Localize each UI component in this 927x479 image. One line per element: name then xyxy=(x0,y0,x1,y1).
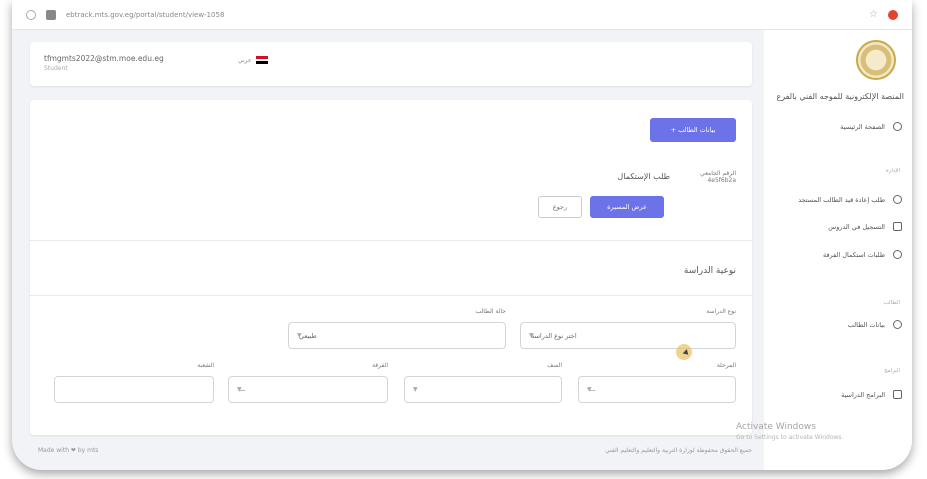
sidebar: المنصة الإلكترونية للموجه الفني بالفرع ا… xyxy=(764,30,912,470)
sidebar-item-label: البرامج الدراسية xyxy=(841,390,885,399)
class-select[interactable]: — ▼ xyxy=(228,376,388,403)
egypt-flag-icon xyxy=(255,56,268,65)
chevron-down-icon: ▼ xyxy=(529,332,534,339)
student-data-button[interactable]: + بيانات الطالب xyxy=(650,118,736,142)
app-window: ebtrack.mts.gov.eg/portal/student/view-1… xyxy=(12,0,912,470)
activation-watermark: Activate Windows Go to Settings to activ… xyxy=(736,422,843,441)
circle-icon xyxy=(893,250,902,259)
student-id-block: الرقم الجامعي 4e5f6b2a xyxy=(680,170,736,184)
mouse-cursor-icon xyxy=(676,344,692,360)
stage-select[interactable]: — ▼ xyxy=(578,376,736,403)
stage-label: المرحلة xyxy=(716,362,736,369)
sidebar-item-reenroll[interactable]: طلب إعادة قيد الطالب المستجد xyxy=(798,195,902,204)
student-id-value: 4e5f6b2a xyxy=(707,177,736,184)
section-label: الشعبة xyxy=(197,362,214,369)
class-label: الفرقة xyxy=(372,362,388,369)
user-role: Student xyxy=(44,65,68,72)
study-type-label: نوع الدراسة xyxy=(706,308,736,315)
footer-copyright: جميع الحقوق محفوظة لوزارة التربية والتعل… xyxy=(605,447,752,454)
circle-icon xyxy=(893,195,902,204)
student-status-label: حالة الطالب xyxy=(475,308,506,315)
chevron-down-icon: ▼ xyxy=(413,386,418,393)
sidebar-item-label: بيانات الطالب xyxy=(847,320,885,329)
back-button[interactable]: رجوع xyxy=(538,196,582,218)
divider xyxy=(30,295,752,296)
user-info[interactable]: tfmgmts2022@stm.moe.edu.eg Student xyxy=(44,54,164,72)
sidebar-item-lessons[interactable]: التسجيل في الدروس xyxy=(828,222,902,231)
student-id-label: الرقم الجامعي xyxy=(700,170,736,177)
language-switcher[interactable]: عربي xyxy=(238,56,268,65)
folder-icon xyxy=(893,390,902,399)
divider xyxy=(30,240,752,241)
sidebar-item-programs[interactable]: البرامج الدراسية xyxy=(841,390,902,399)
home-icon xyxy=(893,122,902,131)
sidebar-section-admin: الإدارة xyxy=(885,168,900,174)
calendar-icon xyxy=(893,222,902,231)
bookmark-star-icon[interactable]: ☆ xyxy=(869,9,878,20)
reload-icon[interactable] xyxy=(26,9,36,20)
footer-credit: Made with ❤ by mts xyxy=(38,447,99,454)
view-path-button[interactable]: عرض المسيرة xyxy=(590,196,664,218)
language-label: عربي xyxy=(238,56,252,64)
chevron-down-icon: ▼ xyxy=(237,386,242,393)
brand-title: المنصة الإلكترونية للموجه الفني بالفرع xyxy=(776,92,904,101)
study-type-value: اختر نوع الدراسة xyxy=(531,331,577,340)
browser-toolbar: ebtrack.mts.gov.eg/portal/student/view-1… xyxy=(12,0,912,30)
ministry-logo-icon xyxy=(856,40,896,80)
user-email: tfmgmts2022@stm.moe.edu.eg xyxy=(44,54,164,63)
watermark-subtitle: Go to Settings to activate Windows. xyxy=(736,434,844,441)
sidebar-item-label: التسجيل في الدروس xyxy=(828,222,885,231)
study-type-select[interactable]: اختر نوع الدراسة ▼ xyxy=(520,322,736,349)
sidebar-item-home[interactable]: الصفحة الرئيسية xyxy=(840,122,902,131)
sidebar-item-label: طلب إعادة قيد الطالب المستجد xyxy=(798,195,885,204)
main-card: + بيانات الطالب طلب الإستكمال الرقم الجا… xyxy=(30,100,752,435)
chevron-down-icon: ▼ xyxy=(587,386,592,393)
chevron-down-icon: ▼ xyxy=(297,332,302,339)
sidebar-item-student-data[interactable]: بيانات الطالب xyxy=(848,320,902,329)
sidebar-item-label: طلبات استكمال الفرقة xyxy=(822,250,885,259)
watermark-title: Activate Windows xyxy=(736,422,816,432)
lock-icon xyxy=(46,9,56,20)
top-header: tfmgmts2022@stm.moe.edu.eg Student عربي xyxy=(30,42,752,86)
section-select[interactable] xyxy=(54,376,214,403)
status-title: طلب الإستكمال xyxy=(617,172,670,181)
grade-select[interactable]: ▼ xyxy=(404,376,562,403)
sidebar-section-programs: البرامج xyxy=(884,368,900,374)
sidebar-section-student: الطالب xyxy=(883,300,900,306)
sidebar-item-completion[interactable]: طلبات استكمال الفرقة xyxy=(823,250,902,259)
extension-icon[interactable] xyxy=(888,9,898,20)
address-bar[interactable]: ebtrack.mts.gov.eg/portal/student/view-1… xyxy=(66,11,859,19)
section-title: نوعية الدراسة xyxy=(683,266,736,276)
student-status-select[interactable]: طبيعي ▼ xyxy=(288,322,506,349)
grade-label: الصف xyxy=(547,362,562,369)
sidebar-item-label: الصفحة الرئيسية xyxy=(840,122,885,131)
user-icon xyxy=(893,320,902,329)
